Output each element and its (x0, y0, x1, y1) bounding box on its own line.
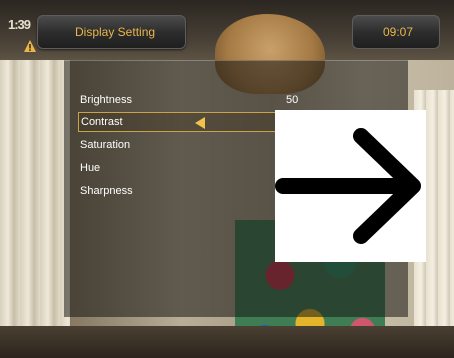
right-arrow-icon (275, 128, 421, 244)
menu-item-label: Contrast (81, 116, 123, 128)
clock: 09:07 (383, 25, 414, 39)
right-arrow-overlay (275, 110, 426, 262)
clock-bar: 09:07 (352, 15, 440, 49)
channel-tag: 1:39 (8, 17, 31, 32)
scene-floor (0, 326, 454, 358)
menu-item-label: Sharpness (80, 185, 133, 197)
menu-item-value: 50 (286, 94, 299, 106)
page-title: Display Setting (75, 25, 156, 39)
menu-item-label: Saturation (80, 139, 131, 151)
page-title-bar: Display Setting (37, 15, 186, 49)
scene-curtain-left (0, 60, 70, 358)
menu-item-label: Hue (80, 162, 101, 174)
menu-item-brightness[interactable]: Brightness 50 (78, 91, 398, 111)
warning-triangle-icon (24, 40, 36, 52)
left-triangle-icon[interactable] (195, 117, 205, 129)
menu-item-label: Brightness (80, 94, 132, 106)
